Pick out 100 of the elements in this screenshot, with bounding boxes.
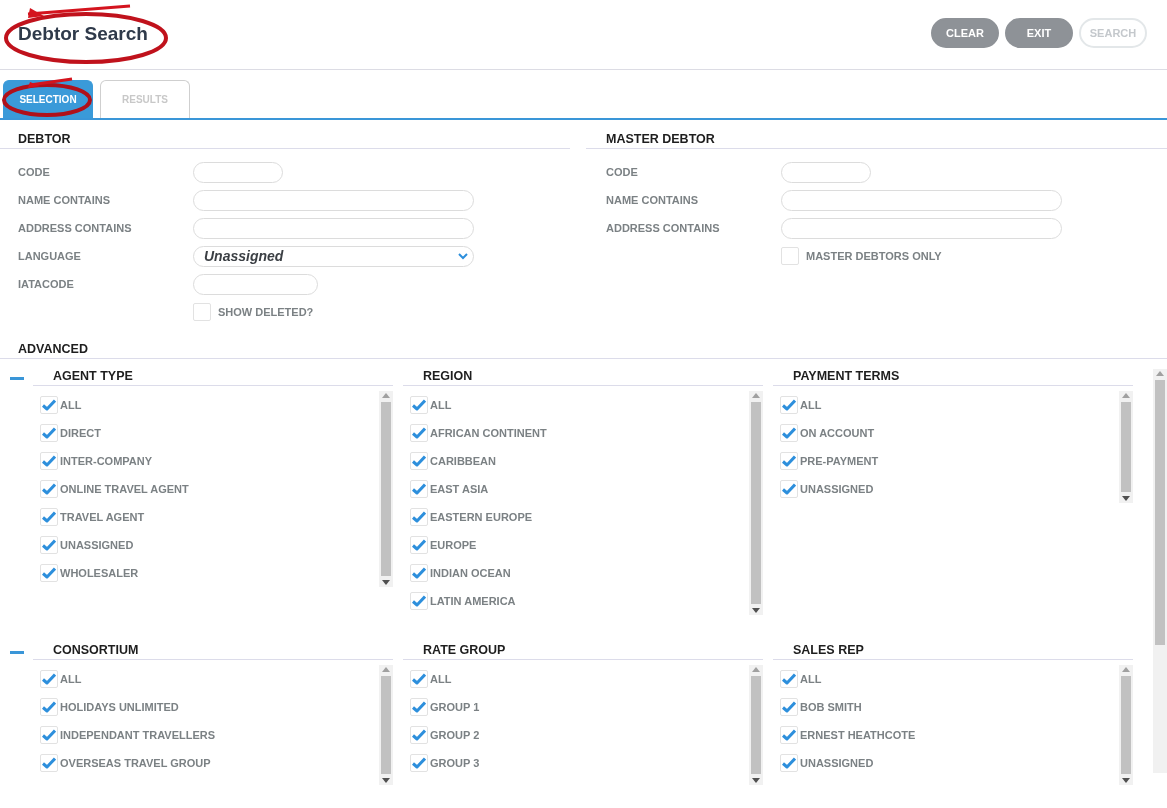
scroll-up-arrow-icon[interactable] [752, 667, 760, 672]
text-input[interactable] [781, 189, 1062, 211]
scroll-up-arrow-icon[interactable] [1156, 371, 1164, 376]
checkbox[interactable] [410, 726, 428, 744]
check-icon [782, 455, 796, 467]
text-input[interactable] [781, 217, 1062, 239]
check-icon [412, 567, 426, 579]
check-icon [782, 399, 796, 411]
checkbox[interactable] [40, 452, 58, 470]
group-heading: SALES REP [773, 643, 1133, 660]
checkbox[interactable] [780, 670, 798, 688]
scroll-down-arrow-icon[interactable] [752, 608, 760, 613]
check-icon [412, 427, 426, 439]
checkbox[interactable] [410, 754, 428, 772]
page-scrollbar[interactable] [1153, 369, 1167, 773]
checkbox[interactable] [40, 754, 58, 772]
checkbox[interactable] [410, 396, 428, 414]
check-icon [42, 757, 56, 769]
check-icon [412, 757, 426, 769]
checkbox-label: INDIAN OCEAN [430, 567, 511, 579]
checkbox[interactable] [40, 508, 58, 526]
checkbox[interactable] [780, 480, 798, 498]
check-icon [42, 483, 56, 495]
text-input[interactable] [193, 217, 474, 239]
scroll-up-arrow-icon[interactable] [752, 393, 760, 398]
text-input[interactable] [193, 273, 318, 295]
checkbox[interactable] [410, 670, 428, 688]
scroll-up-arrow-icon[interactable] [382, 393, 390, 398]
section-heading: ADVANCED [0, 342, 1167, 359]
header-button[interactable]: EXIT [1005, 18, 1073, 48]
scroll-down-arrow-icon[interactable] [1122, 496, 1130, 501]
checkbox-label: OVERSEAS TRAVEL GROUP [60, 757, 211, 769]
check-icon [412, 701, 426, 713]
checkbox[interactable] [780, 424, 798, 442]
scrollbar[interactable] [1119, 391, 1133, 503]
checkbox-label: GROUP 2 [430, 729, 480, 741]
check-icon [42, 539, 56, 551]
header-button[interactable]: CLEAR [931, 18, 999, 48]
field-label: IATACODE [18, 278, 75, 290]
checkbox[interactable] [410, 592, 428, 610]
text-input[interactable] [193, 189, 474, 211]
checkbox[interactable] [780, 726, 798, 744]
scroll-down-arrow-icon[interactable] [382, 580, 390, 585]
scroll-down-arrow-icon[interactable] [1122, 778, 1130, 783]
scrollbar[interactable] [749, 391, 763, 615]
scroll-down-arrow-icon[interactable] [752, 778, 760, 783]
scroll-up-arrow-icon[interactable] [1122, 667, 1130, 672]
field-label: NAME CONTAINS [606, 194, 700, 206]
checkbox-label: ERNEST HEATHCOTE [800, 729, 916, 741]
text-input[interactable] [193, 161, 283, 183]
checkbox[interactable] [780, 754, 798, 772]
section-heading: MASTER DEBTOR [586, 132, 1167, 149]
checkbox-label: ALL [800, 673, 822, 685]
chevron-down-icon [458, 252, 468, 260]
field-label: CODE [18, 166, 51, 178]
checkbox-label: GROUP 1 [430, 701, 480, 713]
check-icon [42, 673, 56, 685]
group-heading: REGION [403, 369, 763, 386]
checkbox[interactable] [410, 564, 428, 582]
checkbox[interactable] [40, 536, 58, 554]
checkbox[interactable] [40, 564, 58, 582]
group-heading: AGENT TYPE [33, 369, 393, 386]
checkbox[interactable] [193, 303, 211, 321]
scrollbar[interactable] [1119, 665, 1133, 785]
checkbox[interactable] [410, 452, 428, 470]
collapse-icon[interactable] [9, 377, 24, 380]
checkbox[interactable] [781, 247, 799, 265]
checkbox[interactable] [780, 452, 798, 470]
checkbox-label: WHOLESALER [60, 567, 139, 579]
scrollbar[interactable] [379, 665, 393, 785]
checkbox[interactable] [40, 670, 58, 688]
checkbox[interactable] [780, 698, 798, 716]
checkbox[interactable] [410, 698, 428, 716]
checkbox[interactable] [40, 698, 58, 716]
checkbox[interactable] [410, 424, 428, 442]
checkbox[interactable] [40, 396, 58, 414]
checkbox-label: EUROPE [430, 539, 477, 551]
checkbox[interactable] [40, 480, 58, 498]
scroll-down-arrow-icon[interactable] [382, 778, 390, 783]
scrollbar[interactable] [749, 665, 763, 785]
check-icon [412, 539, 426, 551]
checkbox-label: PRE-PAYMENT [800, 455, 879, 467]
checkbox[interactable] [410, 536, 428, 554]
text-input[interactable] [781, 161, 871, 183]
checkbox-label: SHOW DELETED? [218, 306, 314, 318]
checkbox-label: HOLIDAYS UNLIMITED [60, 701, 179, 713]
scroll-up-arrow-icon[interactable] [1122, 393, 1130, 398]
collapse-icon[interactable] [9, 651, 24, 654]
checkbox[interactable] [40, 424, 58, 442]
check-icon [782, 729, 796, 741]
checkbox[interactable] [780, 396, 798, 414]
scrollbar[interactable] [379, 391, 393, 587]
checkbox[interactable] [40, 726, 58, 744]
check-icon [42, 511, 56, 523]
section-heading: DEBTOR [0, 132, 570, 149]
checkbox[interactable] [410, 508, 428, 526]
check-icon [782, 701, 796, 713]
checkbox-label: GROUP 3 [430, 757, 480, 769]
checkbox[interactable] [410, 480, 428, 498]
scroll-up-arrow-icon[interactable] [382, 667, 390, 672]
